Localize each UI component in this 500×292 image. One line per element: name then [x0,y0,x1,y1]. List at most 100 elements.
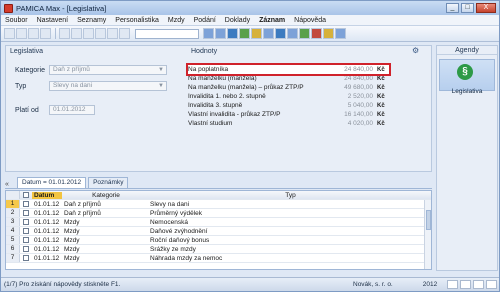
menu-soubor[interactable]: Soubor [5,17,28,24]
table-row[interactable]: 5 01.01.12 Mzdy Roční daňový bonus [6,236,431,245]
table-row[interactable]: 4 01.01.12 Mzdy Daňové zvýhodnění [6,227,431,236]
grid-header-row: Datum Kategorie Typ [6,191,431,200]
chevron-down-icon: ▼ [158,83,164,89]
menu-napoveda[interactable]: Nápověda [294,17,326,24]
info-icon[interactable] [227,28,238,39]
check-icon[interactable] [299,28,310,39]
checkbox[interactable] [23,219,29,225]
value-row[interactable]: Invalidita 1. nebo 2. stupně 2 520,00 Kč [188,92,389,101]
value-label: Na manželku (manžela) [188,75,257,82]
value-row[interactable]: Na manželku (manžela) 24 840,00 Kč [188,74,389,83]
search-input[interactable] [135,28,199,39]
lock-icon[interactable] [447,280,458,289]
close-button[interactable]: X [476,3,496,13]
copy-icon[interactable] [40,28,51,39]
typ-select[interactable]: Slevy na dani ▼ [49,81,167,91]
menu-podani[interactable]: Podání [194,17,216,24]
preview-icon[interactable] [28,28,39,39]
filter-icon[interactable] [311,28,322,39]
legislativa-section-title: Legislativa [10,48,44,55]
value-label: Vlastní studium [188,120,233,127]
chart-icon[interactable] [287,28,298,39]
menu-nastaveni[interactable]: Nastavení [37,17,69,24]
row-number: 4 [6,227,20,235]
menu-mzdy[interactable]: Mzdy [168,17,185,24]
menu-seznamy[interactable]: Seznamy [77,17,106,24]
cell-typ: Roční daňový bonus [150,236,210,244]
refresh-icon[interactable] [486,280,497,289]
tab-datum-label: Datum = 01.01.2012 [22,179,82,186]
cell-typ: Nemocenská [150,218,188,226]
row-number: 3 [6,218,20,226]
vertical-scrollbar[interactable] [424,200,431,269]
column-header-datum[interactable]: Datum [32,191,62,199]
value-row[interactable]: Na manželku (manžela) – průkaz ZTP/P 49 … [188,83,389,92]
new-icon[interactable] [59,28,70,39]
delete-icon[interactable] [83,28,94,39]
excel-icon[interactable] [239,28,250,39]
calendar-icon[interactable] [215,28,226,39]
value-amount: 24 840,00 [344,75,373,82]
checkbox[interactable] [23,255,29,261]
redo-icon[interactable] [119,28,130,39]
row-number: 2 [6,209,20,217]
menu-zaznam[interactable]: Záznam [259,17,285,24]
value-row[interactable]: Vlastní studium 4 020,00 Kč [188,119,389,128]
scrollbar-thumb[interactable] [426,210,431,230]
table-row[interactable]: 6 01.01.12 Mzdy Srážky ze mzdy [6,245,431,254]
table-row[interactable]: 3 01.01.12 Mzdy Nemocenská [6,218,431,227]
kategorie-label: Kategorie [15,67,45,74]
print-icon[interactable] [16,28,27,39]
value-label: Na poplatníka [188,66,229,73]
checkbox[interactable] [23,210,29,216]
value-row[interactable]: Vlastní invalidita - průkaz ZTP/P 16 140… [188,110,389,119]
plati-od-label: Platí od [15,107,39,114]
settings-icon[interactable] [335,28,346,39]
check-icon[interactable] [460,280,471,289]
checkbox[interactable] [23,201,29,207]
value-amount: 2 520,00 [347,93,373,100]
column-header-kategorie[interactable]: Kategorie [62,192,148,199]
column-header-typ[interactable]: Typ [148,192,431,199]
status-company: Novák, s. r. o. [353,281,393,288]
table-row[interactable]: 2 01.01.12 Daň z příjmů Průměrný výdělek [6,209,431,218]
value-row[interactable]: Na poplatníka 24 840,00 Kč [186,63,391,76]
checkbox[interactable] [23,228,29,234]
help-icon[interactable] [251,28,262,39]
save-icon[interactable] [71,28,82,39]
checkbox[interactable] [23,246,29,252]
pin-icon[interactable]: « [5,181,15,188]
folder-icon[interactable] [323,28,334,39]
maximize-button[interactable]: □ [461,3,474,13]
agendy-sidebar: Agendy § Legislativa [436,45,498,271]
tab-poznamky-label: Poznámky [93,179,124,186]
gear-icon[interactable]: ⚙ [412,46,419,55]
records-grid: Datum Kategorie Typ 1 01.01.12 Daň z pří… [5,190,432,270]
value-label: Vlastní invalidita - průkaz ZTP/P [188,111,281,118]
value-row[interactable]: Invalidita 3. stupně 5 040,00 Kč [188,101,389,110]
checkbox[interactable] [23,237,29,243]
table-row[interactable]: 1 01.01.12 Daň z příjmů Slevy na dani [6,200,431,209]
cell-datum: 01.01.12 [34,209,60,217]
cell-typ: Náhrada mzdy za nemoc [150,254,223,262]
menu-doklady[interactable]: Doklady [225,17,250,24]
mail-icon[interactable] [263,28,274,39]
refresh-icon[interactable] [95,28,106,39]
undo-icon[interactable] [107,28,118,39]
plati-od-field[interactable]: 01.01.2012 [49,105,95,115]
value-unit: Kč [377,120,385,127]
tab-datum[interactable]: Datum = 01.01.2012 [17,177,87,188]
user-icon[interactable] [275,28,286,39]
calculator-icon[interactable] [473,280,484,289]
tab-poznamky[interactable]: Poznámky [88,177,129,188]
status-help-text: (1/7) Pro získání nápovědy stiskněte F1. [4,281,121,288]
word-icon[interactable] [203,28,214,39]
minimize-button[interactable]: _ [446,3,459,13]
value-unit: Kč [377,66,385,73]
checkbox[interactable] [23,192,29,198]
values-list: Na poplatníka 24 840,00 Kč Na manželku (… [186,63,391,128]
back-icon[interactable] [4,28,15,39]
kategorie-select[interactable]: Daň z příjmů ▼ [49,65,167,75]
menu-personalistika[interactable]: Personalistika [115,17,159,24]
table-row[interactable]: 7 01.01.12 Mzdy Náhrada mzdy za nemoc [6,254,431,263]
